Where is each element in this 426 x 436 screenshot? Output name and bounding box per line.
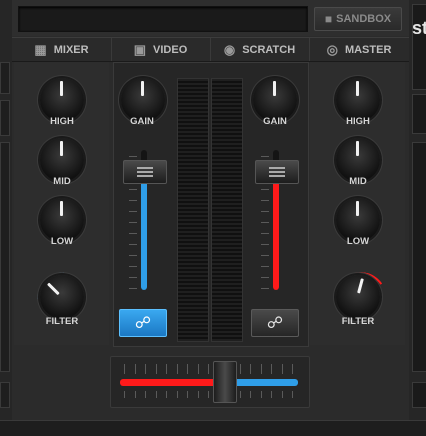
- tab-master-label: MASTER: [344, 43, 392, 56]
- crossfader-tick: [281, 391, 283, 398]
- fader-tick: [261, 266, 269, 267]
- fader-tick: [129, 222, 137, 223]
- fader-tick: [261, 156, 269, 157]
- fader-tick: [261, 200, 269, 201]
- crossfader-tick: [260, 391, 262, 398]
- crossfader-handle[interactable]: [213, 361, 238, 403]
- left-deck-edge: [0, 0, 12, 435]
- crossfader-tick: [124, 364, 125, 374]
- crossfader-tick: [145, 391, 146, 398]
- fader-tick: [261, 255, 269, 256]
- crossfader-tick: [176, 391, 178, 398]
- bottom-strip: [0, 420, 426, 436]
- fader-tick: [129, 211, 137, 212]
- right-deck-edge: [409, 0, 426, 435]
- crossfader-tick: [197, 391, 199, 398]
- right-high-label: HIGH: [346, 116, 370, 127]
- crossfader-tick: [208, 364, 209, 374]
- left-gain-label: GAIN: [130, 116, 154, 127]
- headphone-icon: ☍: [266, 315, 284, 332]
- crossfader-tick: [155, 364, 157, 374]
- record-icon: ◉: [223, 41, 236, 57]
- crossfader-tick: [208, 391, 209, 398]
- fader-tick: [261, 211, 269, 212]
- right-filter-label: FILTER: [341, 316, 375, 327]
- sandbox-label: SANDBOX: [336, 13, 392, 25]
- crossfader-tick: [239, 364, 241, 374]
- left-low-label: LOW: [50, 236, 74, 247]
- right-mid-label: MID: [349, 176, 367, 187]
- left-eq-panel: HIGH MID LOW FILTER: [14, 62, 109, 345]
- right-vu-meter: [211, 78, 243, 342]
- crossfader-tick: [187, 391, 188, 398]
- fader-tick: [129, 277, 137, 278]
- crossfader-tick: [187, 364, 188, 374]
- deck-display: [18, 6, 308, 32]
- left-filter-knob[interactable]: [40, 275, 84, 319]
- left-fader-level: [141, 171, 147, 290]
- left-mid-label: MID: [53, 176, 71, 187]
- fader-tick: [261, 189, 269, 190]
- tab-scratch-label: SCRATCH: [242, 43, 296, 56]
- fader-tick: [129, 288, 137, 289]
- fader-tick: [129, 244, 137, 245]
- crossfader-tick: [197, 364, 199, 374]
- crossfader-tick: [271, 391, 272, 398]
- fader-tick: [129, 200, 137, 201]
- deck-title-fragment: st: [412, 18, 426, 38]
- crossfader-tick: [134, 364, 136, 374]
- crossfader-tick: [134, 391, 136, 398]
- left-vu-meter: [177, 78, 209, 342]
- crossfader-tick: [250, 391, 251, 398]
- target-icon: ◎: [326, 41, 338, 57]
- crossfader-tick: [250, 364, 251, 374]
- tab-mixer-label: MIXER: [53, 43, 89, 56]
- fader-tick: [129, 255, 137, 256]
- cube-icon: ■: [324, 12, 333, 26]
- fader-tick: [129, 266, 137, 267]
- right-low-label: LOW: [346, 236, 370, 247]
- fader-tick: [129, 189, 137, 190]
- crossfader-tick: [166, 364, 167, 374]
- crossfader-tick: [271, 364, 272, 374]
- tab-video[interactable]: ▣ VIDEO: [111, 38, 211, 61]
- crossfader-tick: [292, 391, 293, 398]
- right-gain-label: GAIN: [263, 116, 287, 127]
- crossfader-tick: [292, 364, 293, 374]
- crossfader-tick: [155, 391, 157, 398]
- fader-tick: [261, 233, 269, 234]
- sandbox-button[interactable]: ■ SANDBOX: [314, 7, 402, 31]
- fader-tick: [261, 222, 269, 223]
- fader-tick: [261, 277, 269, 278]
- tab-master[interactable]: ◎ MASTER: [309, 38, 409, 61]
- fader-tick: [129, 156, 137, 157]
- tab-mixer[interactable]: ▦ MIXER: [12, 38, 112, 61]
- left-headphone-button[interactable]: ☍: [119, 309, 167, 337]
- left-filter-label: FILTER: [45, 316, 79, 327]
- fader-tick: [261, 288, 269, 289]
- crossfader-tick: [260, 364, 262, 374]
- fader-tick: [261, 244, 269, 245]
- right-fader-level: [273, 171, 279, 290]
- fader-tick: [129, 233, 137, 234]
- mixer-tabbar: ▦ MIXER ▣ VIDEO ◉ SCRATCH ◎ MASTER: [12, 37, 409, 62]
- headphone-icon: ☍: [134, 315, 152, 332]
- crossfader-tick: [124, 391, 125, 398]
- crossfader-tick: [176, 364, 178, 374]
- tab-video-label: VIDEO: [153, 43, 188, 56]
- right-eq-panel: HIGH MID LOW FILTER: [310, 62, 405, 345]
- tab-scratch[interactable]: ◉ SCRATCH: [210, 38, 310, 61]
- right-volume-fader[interactable]: [255, 160, 299, 184]
- left-high-label: HIGH: [50, 116, 74, 127]
- right-headphone-button[interactable]: ☍: [251, 309, 299, 337]
- crossfader-tick: [145, 364, 146, 374]
- crossfader-tick: [239, 391, 241, 398]
- mixer-icon: ▦: [34, 41, 47, 57]
- film-icon: ▣: [133, 41, 147, 57]
- left-volume-fader[interactable]: [123, 160, 167, 184]
- crossfader-left-track: [120, 379, 226, 386]
- right-filter-knob[interactable]: [336, 275, 380, 319]
- crossfader-tick: [281, 364, 283, 374]
- crossfader-tick: [166, 391, 167, 398]
